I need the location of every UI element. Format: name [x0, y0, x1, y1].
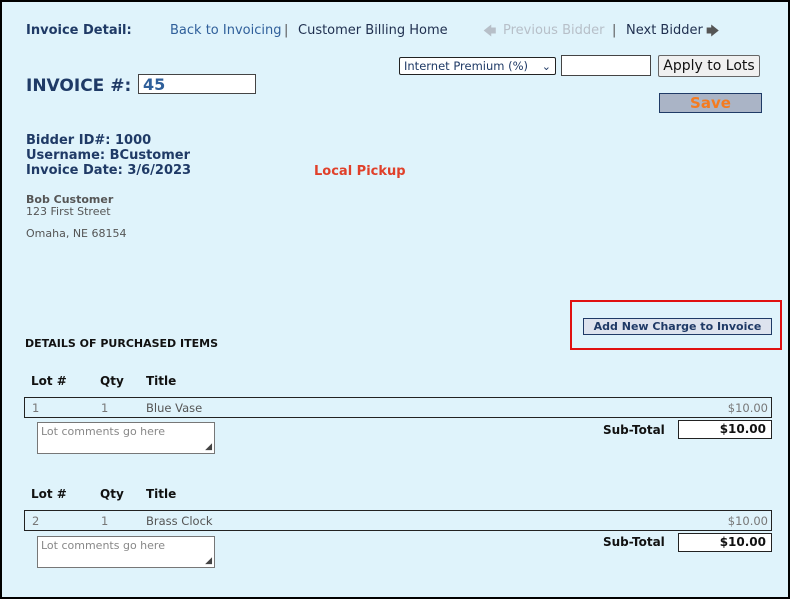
column-header-qty: Qty	[100, 374, 124, 388]
subtotal-value: $10.00	[678, 533, 772, 552]
column-header-lot: Lot #	[31, 374, 67, 388]
lot-comments-input[interactable]: Lot comments go here ◢	[37, 422, 215, 454]
column-header-lot: Lot #	[31, 487, 67, 501]
bidder-info: Bidder ID#: 1000 Username: BCustomer Inv…	[26, 133, 191, 178]
invoice-date: Invoice Date: 3/6/2023	[26, 163, 192, 178]
lot-number: 1	[32, 401, 40, 415]
customer-street: 123 First Street	[26, 205, 111, 218]
nav-separator: |	[612, 23, 617, 38]
resize-handle-icon[interactable]: ◢	[205, 442, 212, 452]
lot-price: $10.00	[727, 401, 768, 415]
shipping-method-badge: Local Pickup	[314, 164, 406, 179]
previous-bidder-link[interactable]: Previous Bidder	[503, 23, 604, 38]
comments-placeholder: Lot comments go here	[41, 425, 165, 438]
back-to-invoicing-link[interactable]: Back to Invoicing	[170, 23, 281, 38]
save-button[interactable]: Save	[659, 93, 762, 113]
charge-type-select[interactable]: Internet Premium (%) ⌄	[399, 57, 556, 75]
bidder-id: Bidder ID#: 1000	[26, 133, 152, 148]
subtotal-label: Sub-Total	[603, 423, 665, 437]
customer-city-state-zip: Omaha, NE 68154	[26, 227, 127, 240]
invoice-number-label: INVOICE #:	[26, 76, 132, 96]
apply-to-lots-button[interactable]: Apply to Lots	[658, 55, 760, 77]
invoice-detail-page: Invoice Detail: Back to Invoicing | Cust…	[0, 0, 790, 599]
invoice-number-field[interactable]: 45	[138, 74, 256, 94]
lot-price: $10.00	[727, 514, 768, 528]
lot-qty: 1	[101, 401, 109, 415]
bidder-username: Username: BCustomer	[26, 148, 190, 163]
column-header-title: Title	[146, 487, 177, 501]
subtotal-value: $10.00	[678, 420, 772, 439]
lot-comments-input[interactable]: Lot comments go here ◢	[37, 536, 215, 568]
table-row: 1 1 Blue Vase $10.00	[24, 397, 772, 418]
subtotal-label: Sub-Total	[603, 535, 665, 549]
charge-type-selected: Internet Premium (%)	[404, 59, 529, 73]
column-header-qty: Qty	[100, 487, 124, 501]
arrow-right-icon[interactable]: 🡆	[706, 22, 719, 44]
lot-number: 2	[32, 514, 40, 528]
chevron-down-icon: ⌄	[541, 60, 551, 73]
lot-title: Blue Vase	[146, 401, 203, 415]
lot-qty: 1	[101, 514, 109, 528]
customer-billing-home-link[interactable]: Customer Billing Home	[298, 23, 448, 38]
next-bidder-link[interactable]: Next Bidder	[626, 23, 703, 38]
comments-placeholder: Lot comments go here	[41, 539, 165, 552]
nav-separator: |	[284, 23, 289, 38]
resize-handle-icon[interactable]: ◢	[205, 556, 212, 566]
column-header-title: Title	[146, 374, 177, 388]
add-new-charge-button[interactable]: Add New Charge to Invoice	[583, 318, 772, 335]
lot-title: Brass Clock	[146, 514, 213, 528]
section-title: DETAILS OF PURCHASED ITEMS	[25, 337, 218, 350]
arrow-left-icon: 🡄	[483, 24, 497, 39]
charge-amount-input[interactable]	[561, 55, 651, 76]
table-row: 2 1 Brass Clock $10.00	[24, 510, 772, 531]
page-heading: Invoice Detail:	[26, 23, 132, 38]
